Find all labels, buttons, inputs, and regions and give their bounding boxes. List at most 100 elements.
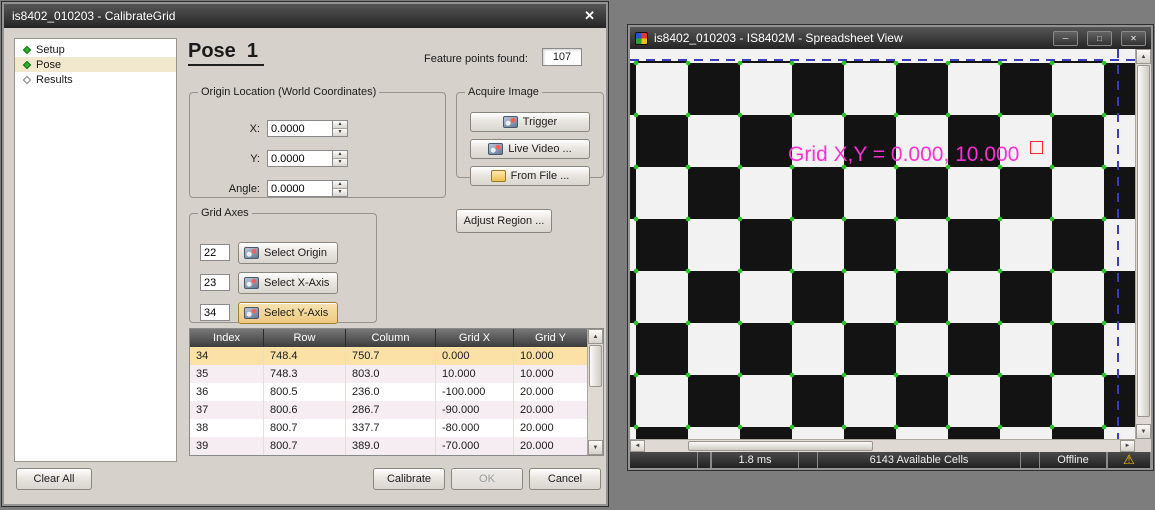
video-icon xyxy=(488,143,503,155)
maximize-icon[interactable]: □ xyxy=(1087,31,1112,46)
feature-points-table: Index Row Column Grid X Grid Y 34 748.4 … xyxy=(189,328,604,456)
table-row[interactable]: 35 748.3 803.0 10.000 10.000 xyxy=(190,365,587,383)
table-cell: 748.4 xyxy=(264,347,346,365)
clear-all-button[interactable]: Clear All xyxy=(16,468,92,490)
table-cell: 800.6 xyxy=(264,401,346,419)
horizontal-scrollbar[interactable]: ◄ ► xyxy=(630,439,1135,452)
connection-status: Offline xyxy=(1039,452,1107,468)
origin-cell-input[interactable] xyxy=(200,244,230,261)
column-header-column: Column xyxy=(346,329,436,347)
calibrate-label: Calibrate xyxy=(387,473,431,485)
tree-item-label: Results xyxy=(36,74,73,86)
ok-button: OK xyxy=(451,468,523,490)
status-spacer xyxy=(630,452,697,468)
camera-icon xyxy=(503,116,518,128)
table-row[interactable]: 38 800.7 337.7 -80.000 20.000 xyxy=(190,419,587,437)
origin-angle-row: Angle: ▲ ▼ xyxy=(190,180,348,197)
close-icon[interactable]: ✕ xyxy=(581,8,598,24)
trigger-button[interactable]: Trigger xyxy=(470,112,590,132)
from-file-button[interactable]: From File ... xyxy=(470,166,590,186)
x-axis-cell-input[interactable] xyxy=(200,274,230,291)
select-origin-button[interactable]: Select Origin xyxy=(238,242,338,264)
column-header-grid-y: Grid Y xyxy=(514,329,587,347)
scroll-right-icon[interactable]: ► xyxy=(1120,440,1135,452)
table-row[interactable]: 39 800.7 389.0 -70.000 20.000 xyxy=(190,437,587,455)
adjust-region-button[interactable]: Adjust Region ... xyxy=(456,209,552,233)
scrollbar-thumb[interactable] xyxy=(688,441,873,451)
select-x-axis-button[interactable]: Select X-Axis xyxy=(238,272,338,294)
status-bar: 1.8 ms 6143 Available Cells Offline ⚠ xyxy=(630,452,1151,468)
status-gap xyxy=(799,452,817,468)
table-cell: 748.3 xyxy=(264,365,346,383)
origin-location-legend: Origin Location (World Coordinates) xyxy=(198,86,379,98)
status-separator xyxy=(697,452,711,468)
angle-spinner: ▲ ▼ xyxy=(333,180,348,197)
feature-points-value: 107 xyxy=(542,48,582,66)
warning-icon[interactable]: ⚠ xyxy=(1107,452,1151,468)
table-cell: -90.000 xyxy=(436,401,514,419)
scroll-down-icon[interactable]: ▼ xyxy=(1136,424,1151,439)
cancel-button[interactable]: Cancel xyxy=(529,468,601,490)
table-cell: 10.000 xyxy=(514,365,587,383)
scrollbar-thumb[interactable] xyxy=(589,345,602,387)
table-cell: 20.000 xyxy=(514,383,587,401)
pointer-icon xyxy=(244,307,259,319)
table-cell: 37 xyxy=(190,401,264,419)
desktop: is8402_010203 - CalibrateGrid ✕ Setup Po… xyxy=(0,0,1155,510)
tree-item-setup[interactable]: Setup xyxy=(15,42,176,57)
scrollbar-track[interactable] xyxy=(588,388,603,440)
y-label: Y: xyxy=(190,153,260,165)
grid-coordinate-overlay: Grid X,Y = 0.000, 10.000 xyxy=(788,143,1019,167)
available-cells: 6143 Available Cells xyxy=(817,452,1021,468)
table-row[interactable]: 37 800.6 286.7 -90.000 20.000 xyxy=(190,401,587,419)
table-cell: 20.000 xyxy=(514,419,587,437)
trigger-button-label: Trigger xyxy=(523,116,557,128)
spin-down-icon[interactable]: ▼ xyxy=(333,129,347,136)
live-video-button[interactable]: Live Video ... xyxy=(470,139,590,159)
spin-up-icon[interactable]: ▲ xyxy=(333,181,347,189)
window-title: is8402_010203 - CalibrateGrid xyxy=(12,9,575,23)
scroll-left-icon[interactable]: ◄ xyxy=(630,440,645,452)
spin-up-icon[interactable]: ▲ xyxy=(333,151,347,159)
table-cell: -80.000 xyxy=(436,419,514,437)
close-icon[interactable]: ✕ xyxy=(1121,31,1146,46)
green-diamond-icon xyxy=(23,45,31,53)
table-cell: 800.7 xyxy=(264,419,346,437)
scrollbar-thumb[interactable] xyxy=(1137,65,1150,417)
table-cell: 286.7 xyxy=(346,401,436,419)
spreadsheet-titlebar[interactable]: is8402_010203 - IS8402M - Spreadsheet Vi… xyxy=(630,27,1151,49)
calibration-grid-image[interactable]: Grid X,Y = 0.000, 10.000 xyxy=(630,49,1135,439)
adjust-region-label: Adjust Region ... xyxy=(464,215,545,227)
table-cell: -70.000 xyxy=(436,437,514,455)
pointer-icon xyxy=(244,247,259,259)
spin-up-icon[interactable]: ▲ xyxy=(333,121,347,129)
minimize-icon[interactable]: ─ xyxy=(1053,31,1078,46)
scroll-down-icon[interactable]: ▼ xyxy=(588,440,603,455)
x-input[interactable] xyxy=(267,120,333,137)
vertical-scrollbar[interactable]: ▲ ▼ xyxy=(1135,49,1151,439)
window-title: is8402_010203 - IS8402M - Spreadsheet Vi… xyxy=(654,31,1044,45)
tree-item-pose[interactable]: Pose xyxy=(15,57,176,72)
acquire-image-legend: Acquire Image xyxy=(465,86,542,98)
scroll-up-icon[interactable]: ▲ xyxy=(588,329,603,344)
y-input[interactable] xyxy=(267,150,333,167)
select-origin-label: Select Origin xyxy=(264,247,327,259)
table-scrollbar[interactable]: ▲ ▼ xyxy=(587,329,603,455)
hollow-diamond-icon xyxy=(23,75,31,83)
tree-item-results[interactable]: Results xyxy=(15,72,176,87)
spin-down-icon[interactable]: ▼ xyxy=(333,159,347,166)
y-axis-cell-input[interactable] xyxy=(200,304,230,321)
table-row[interactable]: 36 800.5 236.0 -100.000 20.000 xyxy=(190,383,587,401)
table-cell: 38 xyxy=(190,419,264,437)
table-row[interactable]: 34 748.4 750.7 0.000 10.000 xyxy=(190,347,587,365)
calibrate-button[interactable]: Calibrate xyxy=(373,468,445,490)
horizontal-dashed-line xyxy=(630,59,1135,61)
calibrategrid-titlebar[interactable]: is8402_010203 - CalibrateGrid ✕ xyxy=(4,4,606,28)
scroll-up-icon[interactable]: ▲ xyxy=(1136,49,1151,64)
select-y-axis-button[interactable]: Select Y-Axis xyxy=(238,302,338,324)
pointer-icon xyxy=(244,277,259,289)
grid-axes-legend: Grid Axes xyxy=(198,207,252,219)
angle-input[interactable] xyxy=(267,180,333,197)
spreadsheet-view-window: is8402_010203 - IS8402M - Spreadsheet Vi… xyxy=(628,25,1153,470)
spin-down-icon[interactable]: ▼ xyxy=(333,189,347,196)
